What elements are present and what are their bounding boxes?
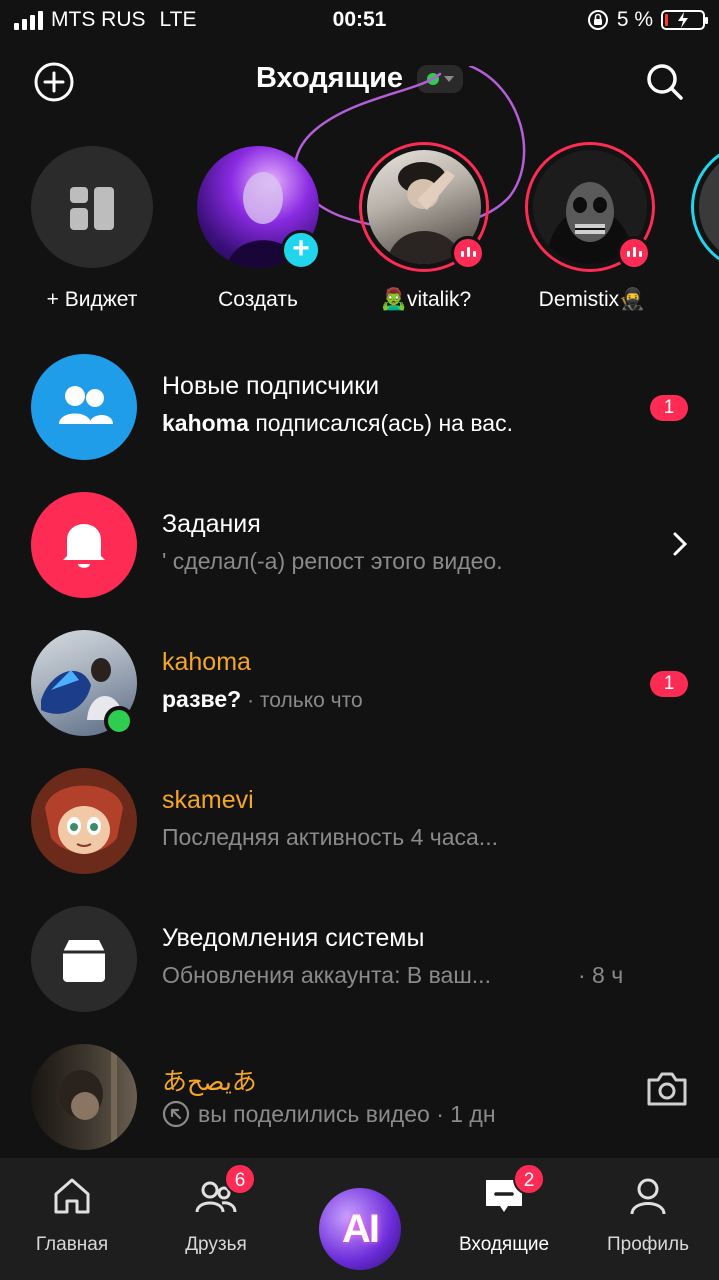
item-subtitle: разве? · только что <box>162 686 363 712</box>
nav-label: Профиль <box>606 1234 690 1255</box>
battery-percent: 5 % <box>616 8 653 31</box>
story-label: Demistix🥷 <box>538 288 646 311</box>
stories-row: + Виджет + Создать 🧟‍♂️vital <box>0 140 719 330</box>
nav-label: Друзья <box>185 1234 247 1255</box>
item-subtitle: ' сделал(-а) репост этого видео. <box>162 548 503 574</box>
list-item-share[interactable]: あيصحあ вы поделились видео · 1 дн <box>0 1030 719 1160</box>
list-item-skamevi[interactable]: skamevi Последняя активность 4 часа... <box>0 754 719 884</box>
nav-friends[interactable]: 6 Друзья <box>144 1158 288 1280</box>
battery-icon <box>661 10 708 30</box>
ai-icon: AI <box>319 1188 401 1270</box>
unread-badge: 1 <box>650 395 688 421</box>
page-title: Входящие <box>255 62 404 94</box>
list-item-kahoma[interactable]: kahoma разве? · только что 1 <box>0 616 719 746</box>
avatar <box>31 1044 137 1150</box>
item-title: あيصحあ <box>162 1068 257 1096</box>
orientation-lock-icon <box>587 10 608 30</box>
list-item-system-notifications[interactable]: Уведомления системы Обновления аккаунта:… <box>0 892 719 1022</box>
unread-badge: 1 <box>650 671 688 697</box>
profile-icon <box>630 1178 666 1215</box>
story-partial[interactable] <box>691 142 719 272</box>
story-label: + Виджет <box>46 288 138 311</box>
story-label: 🧟‍♂️vitalik? <box>380 288 472 311</box>
item-subtitle: Обновления аккаунта: В ваш... <box>162 962 491 988</box>
avatar <box>31 768 137 874</box>
online-indicator <box>104 706 134 736</box>
nav-label: Главная <box>35 1234 109 1255</box>
status-selector[interactable] <box>417 64 464 93</box>
online-status-icon <box>426 72 439 85</box>
widget-icon <box>70 187 114 230</box>
notification-badge: 2 <box>513 1163 545 1195</box>
header: Входящие <box>0 48 719 230</box>
item-title: Новые подписчики <box>162 372 380 400</box>
chevron-down-icon <box>443 75 454 82</box>
list-item-new-followers[interactable]: Новые подписчики kahoma подписался(ась) … <box>0 340 719 470</box>
inbox-icon <box>31 906 137 1012</box>
nav-label: Входящие <box>458 1234 550 1255</box>
bell-icon <box>31 492 137 598</box>
item-title: Уведомления системы <box>162 924 425 952</box>
status-bar: MTS RUS LTE 00:51 5 % <box>0 0 719 40</box>
nav-inbox[interactable]: 2 Входящие <box>432 1158 576 1280</box>
people-icon <box>31 354 137 460</box>
bottom-navigation: Главная 6 Друзья AI 2 Входящие Профиль <box>0 1158 719 1280</box>
live-icon <box>617 236 651 270</box>
item-time: · 8 ч <box>578 962 624 988</box>
item-subtitle: Последняя активность 4 часа... <box>162 824 498 850</box>
item-title: Задания <box>162 510 261 538</box>
search-icon[interactable] <box>643 60 687 104</box>
share-icon <box>162 1100 190 1128</box>
notification-badge: 6 <box>224 1163 256 1195</box>
nav-home[interactable]: Главная <box>0 1158 144 1280</box>
list-item-tasks[interactable]: Задания ' сделал(-а) репост этого видео. <box>0 478 719 608</box>
nav-profile[interactable]: Профиль <box>576 1158 719 1280</box>
live-icon <box>451 236 485 270</box>
item-title: skamevi <box>162 786 254 814</box>
item-subtitle: kahoma подписался(ась) на вас. <box>162 410 513 436</box>
add-story-icon[interactable]: + <box>281 230 321 270</box>
home-icon <box>54 1178 90 1214</box>
item-title: kahoma <box>162 648 251 676</box>
widget-circle <box>31 146 153 268</box>
nav-ai[interactable]: AI <box>288 1158 432 1280</box>
chevron-right-icon <box>673 532 688 556</box>
item-subtitle: вы поделились видео · 1 дн <box>162 1100 496 1128</box>
camera-icon[interactable] <box>645 1068 689 1108</box>
story-label: Создать <box>218 288 298 311</box>
